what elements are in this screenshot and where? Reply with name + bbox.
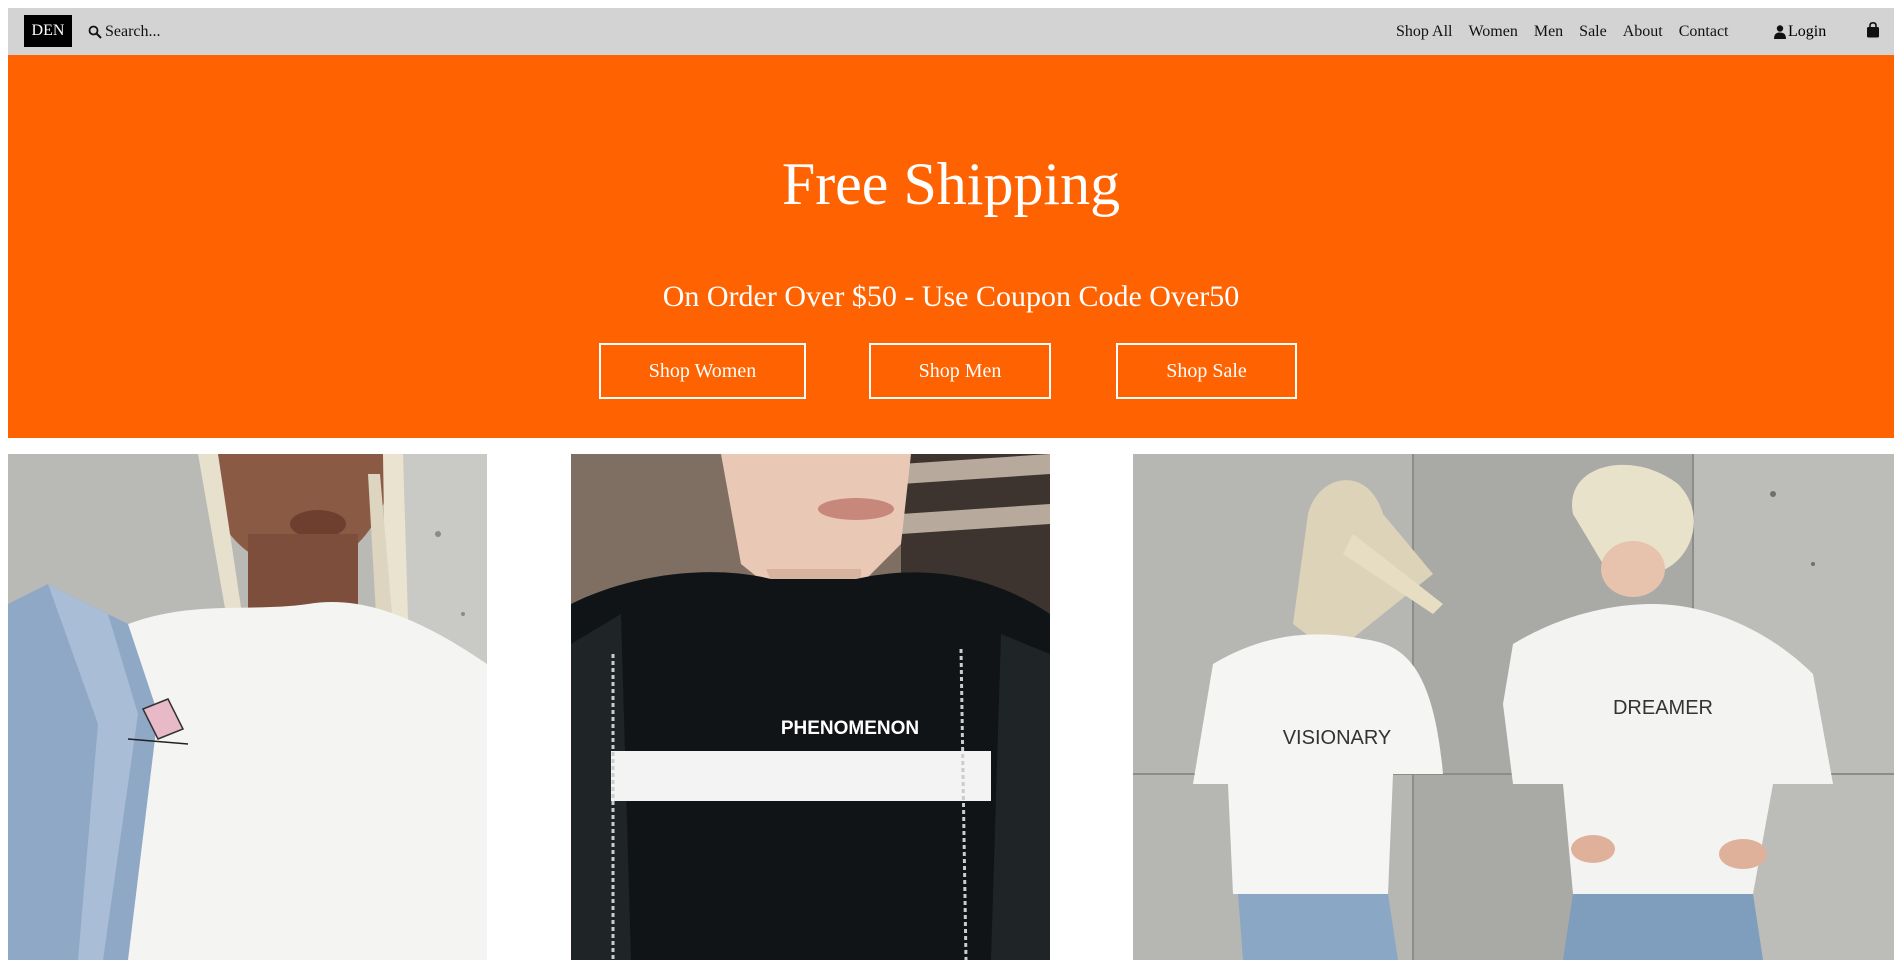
women-photo <box>8 454 487 960</box>
shirt-print-left: VISIONARY <box>1283 727 1392 749</box>
main-nav: Shop All Women Men Sale About Contact <box>1396 20 1744 44</box>
shop-women-button[interactable]: Shop Women <box>599 343 806 399</box>
nav-women[interactable]: Women <box>1468 20 1517 44</box>
nav-sale[interactable]: Sale <box>1579 20 1607 44</box>
promo-banner: Free Shipping On Order Over $50 - Use Co… <box>8 55 1894 438</box>
men-photo: PHENOMENON <box>571 454 1050 960</box>
top-header: DEN Search... Shop All Women Men Sale Ab… <box>8 8 1894 55</box>
nav-shop-all[interactable]: Shop All <box>1396 20 1452 44</box>
logo[interactable]: DEN <box>24 15 72 47</box>
page: DEN Search... Shop All Women Men Sale Ab… <box>8 8 1894 960</box>
gallery-image-sale[interactable]: VISIONARY DREAMER <box>1133 454 1894 960</box>
shirt-print-text: PHENOMENON <box>781 718 919 739</box>
nav-men[interactable]: Men <box>1534 20 1563 44</box>
couple-photo: VISIONARY DREAMER <box>1133 454 1894 960</box>
gallery-image-men[interactable]: PHENOMENON <box>571 454 1050 960</box>
login-label: Login <box>1788 23 1827 40</box>
nav-contact[interactable]: Contact <box>1679 20 1729 44</box>
gallery-image-women[interactable] <box>8 454 487 960</box>
nav-about[interactable]: About <box>1623 20 1663 44</box>
user-icon <box>1774 25 1786 39</box>
shop-men-button[interactable]: Shop Men <box>869 343 1051 399</box>
search-icon <box>88 25 102 39</box>
hero-title: Free Shipping <box>781 151 1121 217</box>
hero-subtitle: On Order Over $50 - Use Coupon Code Over… <box>662 280 1240 313</box>
login-button[interactable]: Login <box>1774 20 1826 44</box>
search-box[interactable]: Search... <box>88 20 161 44</box>
shopping-bag-icon[interactable] <box>1866 22 1880 38</box>
shop-sale-button[interactable]: Shop Sale <box>1116 343 1297 399</box>
shirt-print-right: DREAMER <box>1613 697 1713 719</box>
search-input[interactable]: Search... <box>105 23 161 41</box>
